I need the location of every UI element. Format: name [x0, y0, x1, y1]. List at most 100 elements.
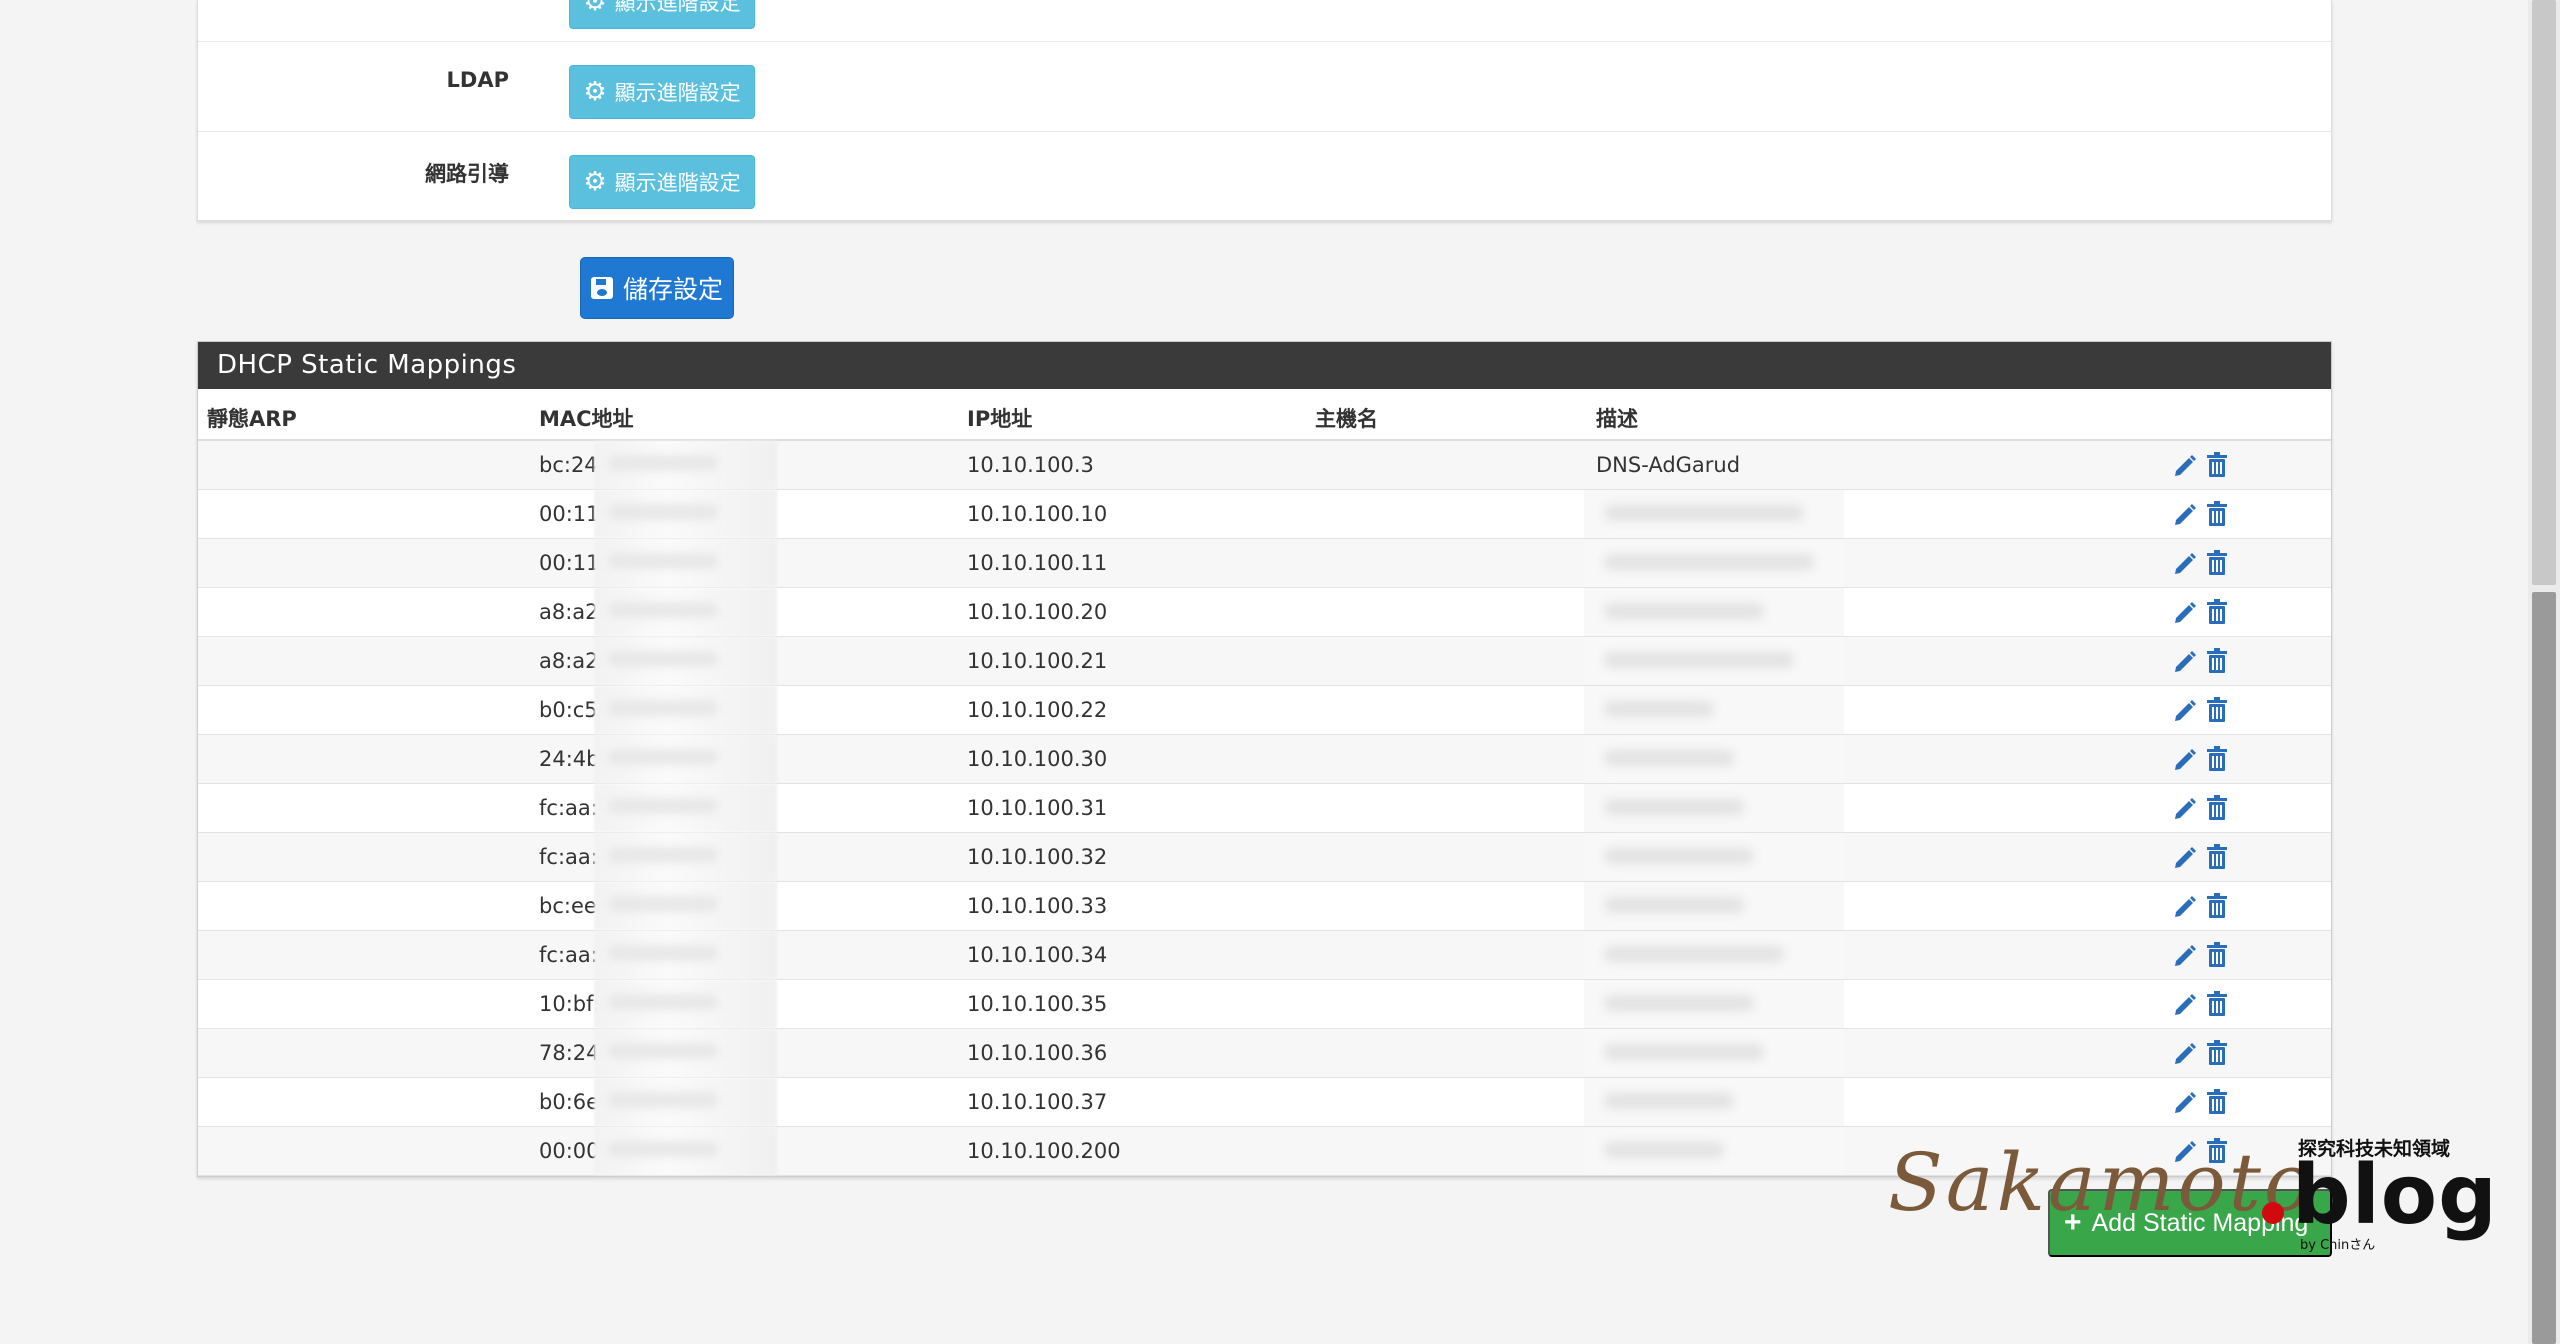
redacted-mac	[594, 1127, 777, 1175]
redacted-description	[1584, 490, 1844, 538]
trash-icon[interactable]	[2204, 892, 2230, 920]
pencil-icon[interactable]	[2172, 500, 2198, 528]
redacted-mac	[594, 686, 777, 734]
trash-icon[interactable]	[2204, 451, 2230, 479]
trash-icon[interactable]	[2204, 1088, 2230, 1116]
pencil-icon[interactable]	[2172, 990, 2198, 1018]
ip-address-cell: 10.10.100.33	[967, 894, 1108, 918]
row-actions	[2172, 598, 2230, 626]
show-advanced-button[interactable]: ⚙ 顯示進階設定	[569, 65, 755, 119]
column-header-mac: MAC地址	[539, 407, 634, 431]
ip-address-cell: 10.10.100.11	[967, 551, 1108, 575]
pencil-icon[interactable]	[2172, 1088, 2198, 1116]
redacted-mac	[594, 588, 777, 636]
row-actions	[2172, 500, 2230, 528]
save-button[interactable]: 儲存設定	[580, 257, 734, 319]
row-actions	[2172, 990, 2230, 1018]
row-actions	[2172, 1039, 2230, 1067]
row-actions	[2172, 745, 2230, 773]
pencil-icon[interactable]	[2172, 794, 2198, 822]
setting-row-network-boot: 網路引導 ⚙ 顯示進階設定	[198, 132, 2331, 221]
table-row: a8:a2 10.10.100.20	[198, 588, 2331, 637]
show-advanced-label: 顯示進階設定	[614, 0, 741, 15]
pencil-icon[interactable]	[2172, 598, 2198, 626]
row-actions	[2172, 451, 2230, 479]
trash-icon[interactable]	[2204, 794, 2230, 822]
dhcp-settings-panel: ⚙ 顯示進階設定 LDAP ⚙ 顯示進階設定 網路引導 ⚙ 顯示進階設定	[197, 0, 2332, 221]
pencil-icon[interactable]	[2172, 549, 2198, 577]
redacted-description	[1584, 980, 1844, 1028]
trash-icon[interactable]	[2204, 745, 2230, 773]
setting-label: 網路引導	[425, 162, 509, 186]
ip-address-cell: 10.10.100.30	[967, 747, 1108, 771]
row-actions	[2172, 696, 2230, 724]
redacted-description	[1584, 931, 1844, 979]
column-header-hostname: 主機名	[1315, 407, 1378, 431]
redacted-description	[1584, 1078, 1844, 1126]
mac-address-cell: b0:6e	[539, 1090, 600, 1114]
table-row: b0:6e 10.10.100.37	[198, 1078, 2331, 1127]
watermark-byline: by Chinさん	[2300, 1238, 2376, 1253]
pencil-icon[interactable]	[2172, 451, 2198, 479]
ip-address-cell: 10.10.100.34	[967, 943, 1108, 967]
mac-address-cell: 00:11	[539, 502, 600, 526]
redacted-mac	[594, 441, 777, 489]
ip-address-cell: 10.10.100.32	[967, 845, 1108, 869]
column-header-ip: IP地址	[967, 407, 1033, 431]
trash-icon[interactable]	[2204, 598, 2230, 626]
scrollbar-thumb[interactable]	[2532, 592, 2556, 1344]
trash-icon[interactable]	[2204, 843, 2230, 871]
redacted-description	[1584, 1029, 1844, 1077]
ip-address-cell: 10.10.100.3	[967, 453, 1094, 477]
redacted-mac	[594, 735, 777, 783]
redacted-description	[1584, 539, 1844, 587]
row-actions	[2172, 794, 2230, 822]
redacted-description	[1584, 637, 1844, 685]
pencil-icon[interactable]	[2172, 647, 2198, 675]
mac-address-cell: fc:aa:	[539, 845, 598, 869]
mac-address-cell: 00:11	[539, 551, 600, 575]
watermark-blog: blog	[2292, 1148, 2498, 1243]
mac-address-cell: b0:c5	[539, 698, 598, 722]
watermark-dot	[2262, 1202, 2284, 1224]
mac-address-cell: fc:aa:	[539, 943, 598, 967]
table-row: fc:aa: 10.10.100.32	[198, 833, 2331, 882]
trash-icon[interactable]	[2204, 1039, 2230, 1067]
trash-icon[interactable]	[2204, 647, 2230, 675]
pencil-icon[interactable]	[2172, 696, 2198, 724]
redacted-mac	[594, 490, 777, 538]
trash-icon[interactable]	[2204, 696, 2230, 724]
table-row: 24:4b 10.10.100.30	[198, 735, 2331, 784]
watermark-logo: Sakamoto 探究科技未知領域 blog by Chinさん	[1888, 1136, 2497, 1266]
pencil-icon[interactable]	[2172, 892, 2198, 920]
redacted-description	[1584, 784, 1844, 832]
page-scrollbar[interactable]	[2528, 0, 2560, 1344]
trash-icon[interactable]	[2204, 941, 2230, 969]
row-actions	[2172, 647, 2230, 675]
trash-icon[interactable]	[2204, 500, 2230, 528]
pencil-icon[interactable]	[2172, 941, 2198, 969]
ip-address-cell: 10.10.100.10	[967, 502, 1108, 526]
show-advanced-button[interactable]: ⚙ 顯示進階設定	[569, 155, 755, 209]
ip-address-cell: 10.10.100.37	[967, 1090, 1108, 1114]
gear-icon: ⚙	[583, 77, 607, 107]
show-advanced-button[interactable]: ⚙ 顯示進階設定	[569, 0, 755, 29]
ip-address-cell: 10.10.100.35	[967, 992, 1108, 1016]
table-row: 00:11 10.10.100.10	[198, 490, 2331, 539]
table-row: 10:bf: 10.10.100.35	[198, 980, 2331, 1029]
trash-icon[interactable]	[2204, 990, 2230, 1018]
table-row: fc:aa: 10.10.100.34	[198, 931, 2331, 980]
mac-address-cell: bc:24	[539, 453, 598, 477]
redacted-mac	[594, 1078, 777, 1126]
pencil-icon[interactable]	[2172, 843, 2198, 871]
pencil-icon[interactable]	[2172, 1039, 2198, 1067]
redacted-description	[1584, 833, 1844, 881]
table-row: a8:a2 10.10.100.21	[198, 637, 2331, 686]
redacted-description	[1584, 735, 1844, 783]
table-row: fc:aa: 10.10.100.31	[198, 784, 2331, 833]
trash-icon[interactable]	[2204, 549, 2230, 577]
redacted-mac	[594, 784, 777, 832]
row-actions	[2172, 1088, 2230, 1116]
ip-address-cell: 10.10.100.22	[967, 698, 1108, 722]
pencil-icon[interactable]	[2172, 745, 2198, 773]
